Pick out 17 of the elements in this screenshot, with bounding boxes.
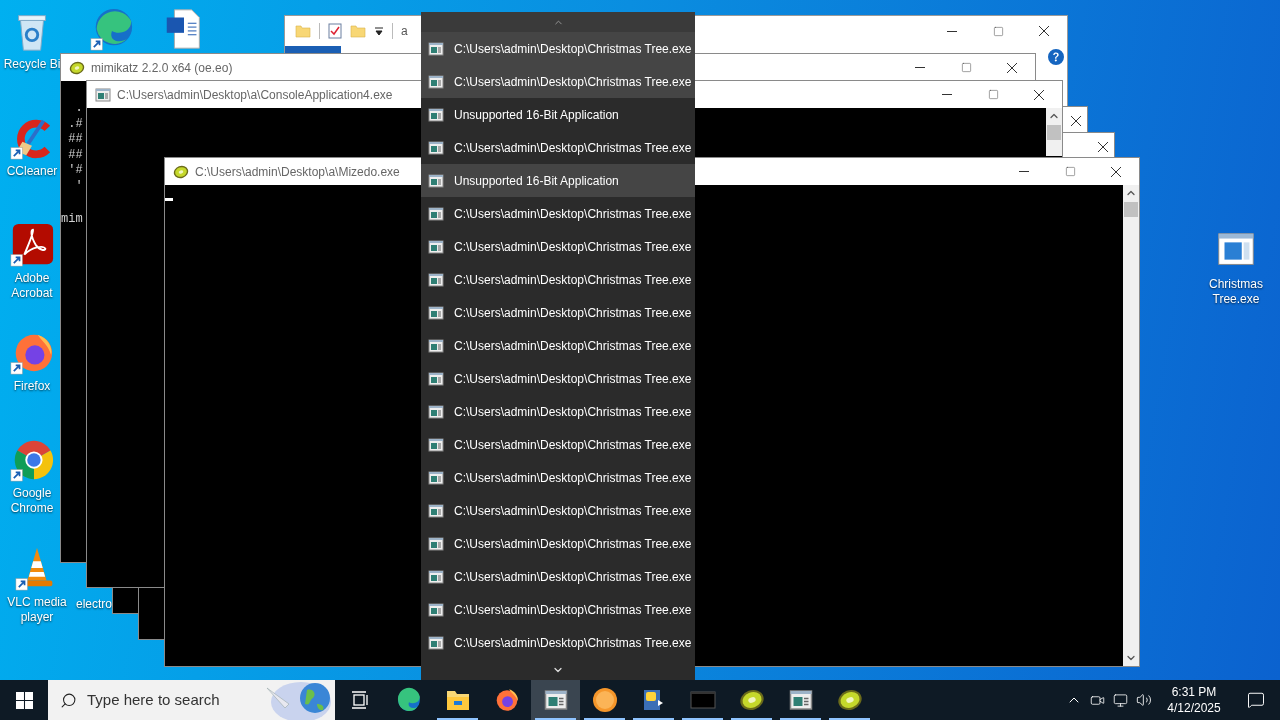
console-line: .#	[67, 116, 83, 133]
console-line: ##	[67, 147, 83, 164]
window-title: mimikatz 2.2.0 x64 (oe.eo)	[91, 59, 233, 77]
console-line: '#	[67, 163, 83, 179]
window-title: C:\Users\admin\Desktop\a\Mizedo.exe	[195, 163, 400, 181]
jump-list-item[interactable]: C:\Users\admin\Desktop\Christmas Tree.exe	[421, 32, 695, 65]
jump-list-item[interactable]: Unsupported 16-Bit Application	[421, 164, 695, 197]
console-line: ##	[67, 132, 83, 148]
jump-list-item[interactable]: C:\Users\admin\Desktop\Christmas Tree.exe	[421, 65, 695, 98]
search-box[interactable]: Type here to search	[48, 680, 335, 720]
search-field[interactable]: Type here to search	[87, 688, 257, 712]
window-title: C:\Users\admin\Desktop\a\ConsoleApplication4.exe	[117, 86, 393, 104]
window-title: a	[401, 23, 408, 40]
clock[interactable]: 6:31 PM 4/12/2025	[1156, 684, 1232, 716]
console-line: mim	[61, 211, 83, 228]
console-line: '	[74, 178, 83, 195]
console-line: .	[74, 101, 83, 117]
